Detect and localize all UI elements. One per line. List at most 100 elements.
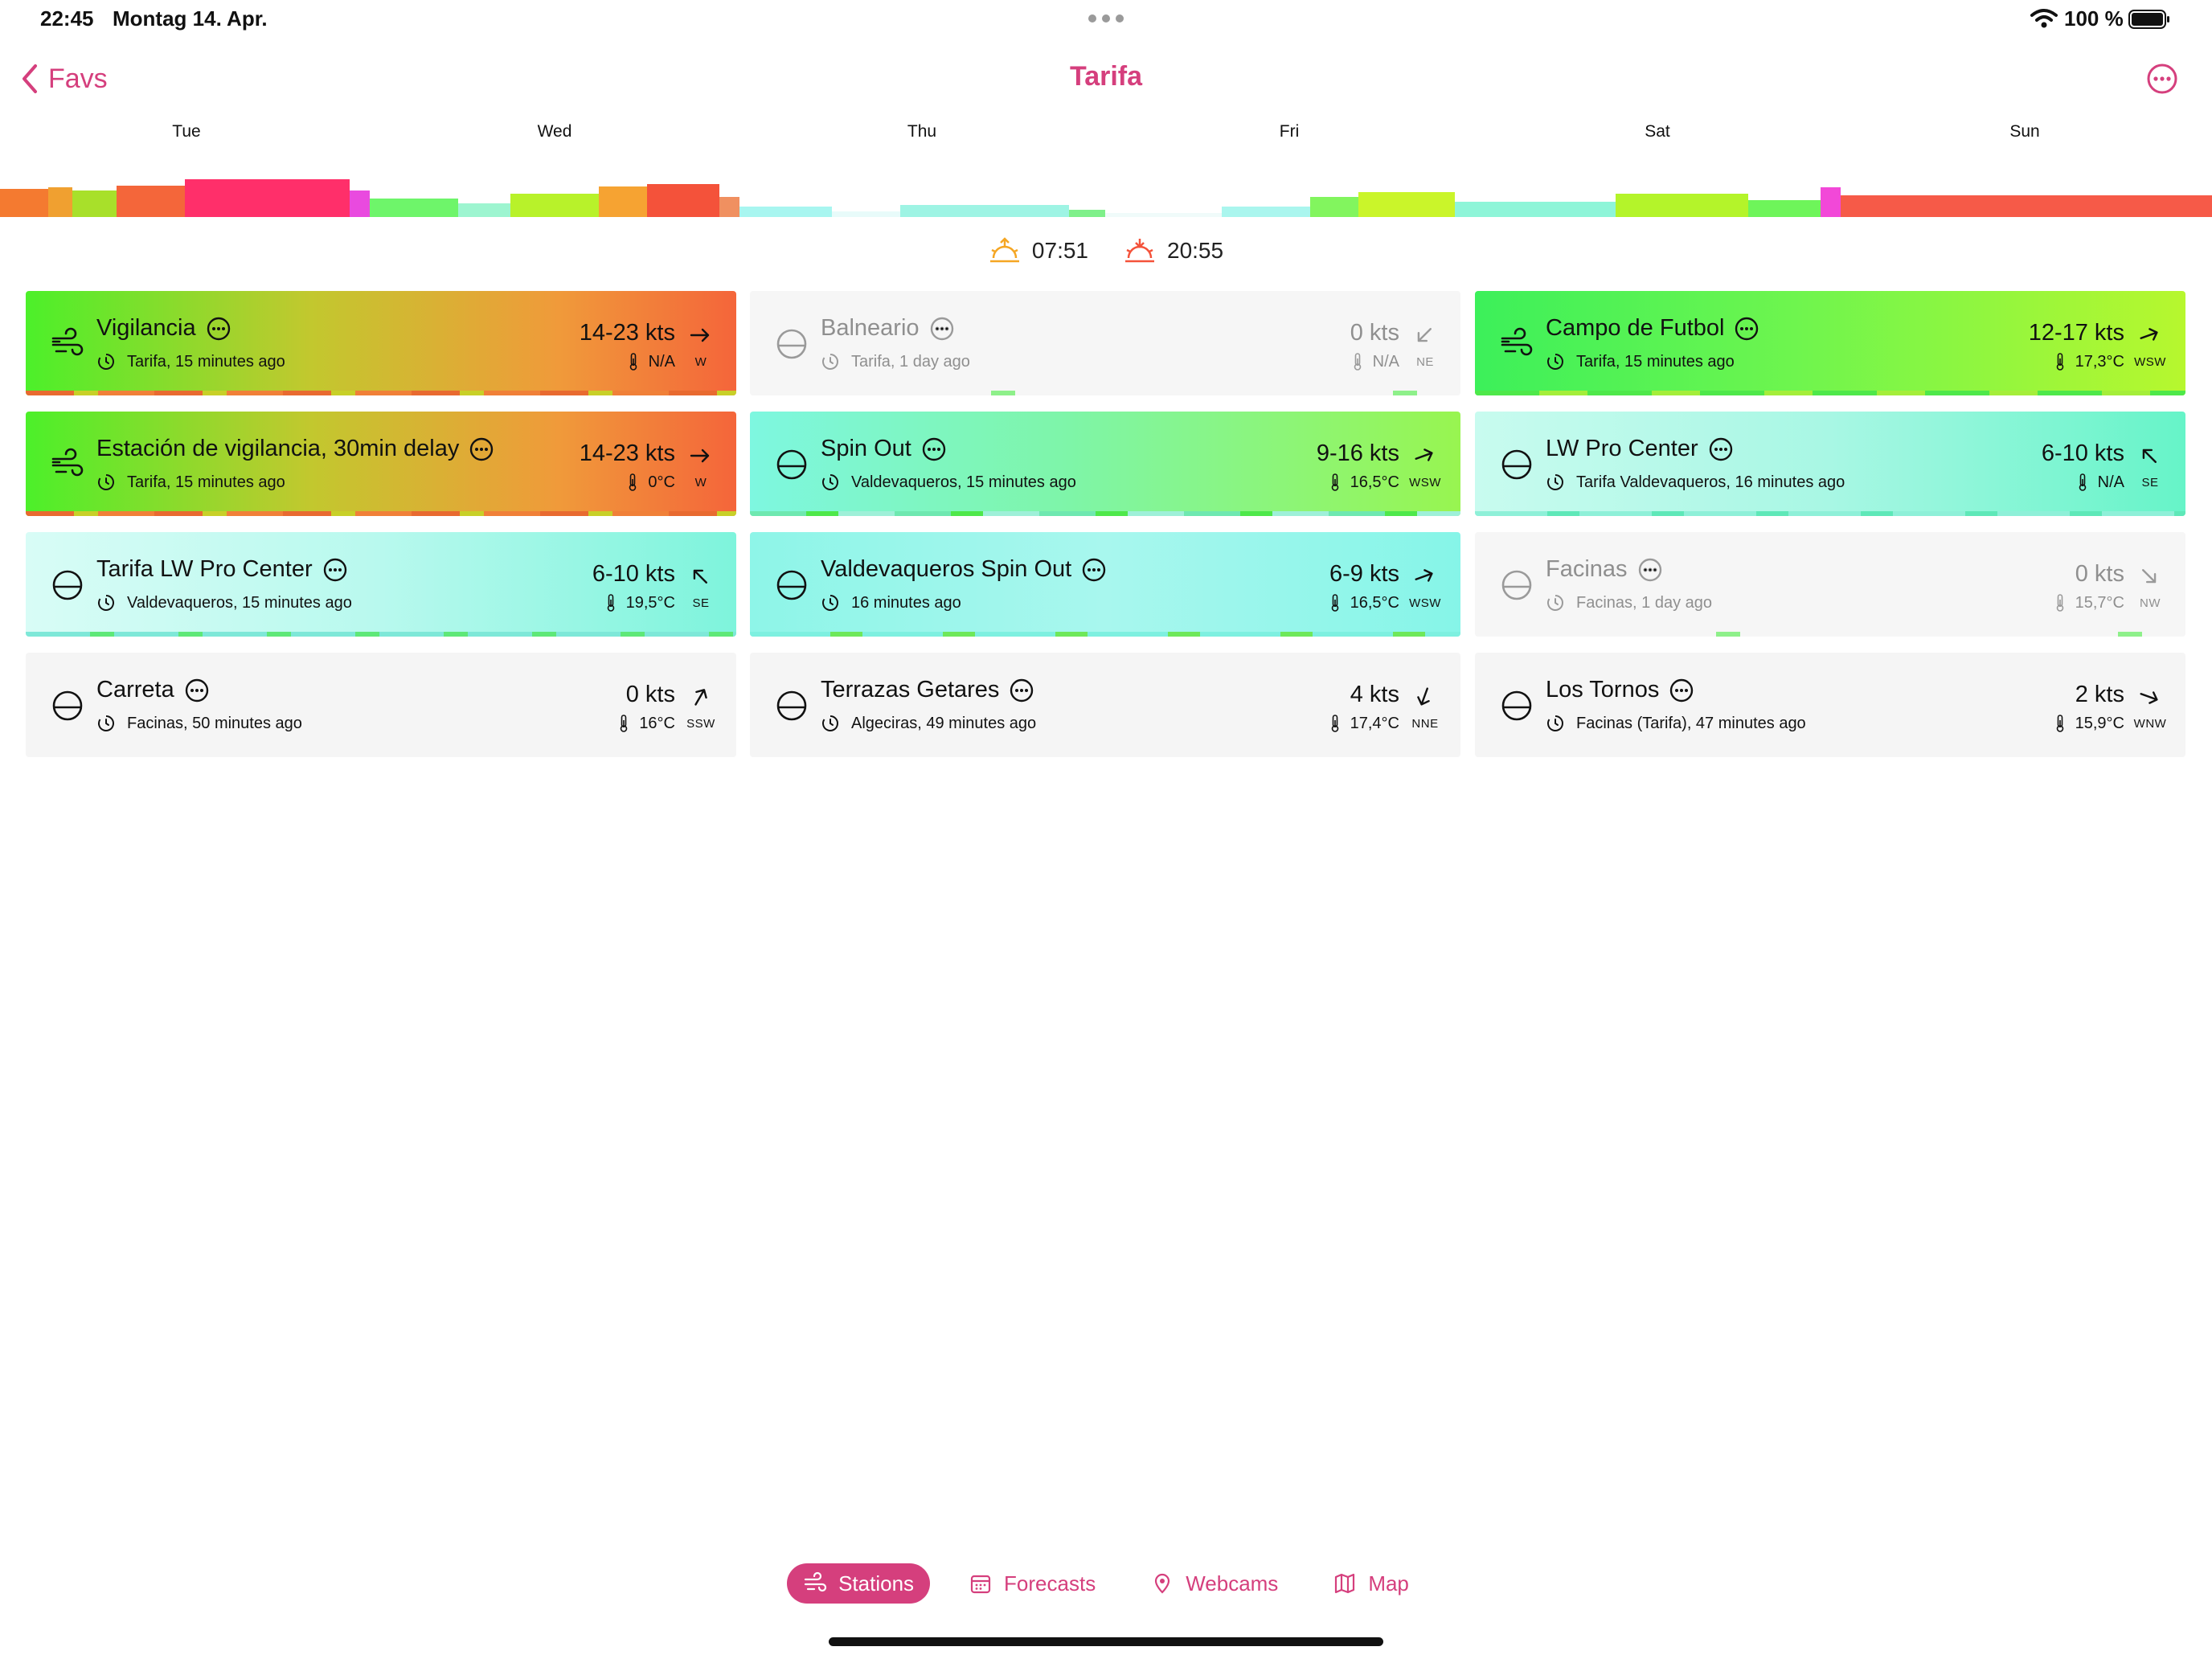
tab-forecasts[interactable]: Forecasts (952, 1563, 1112, 1604)
multitasking-dots-icon[interactable] (1088, 14, 1124, 24)
tab-map[interactable]: Map (1317, 1563, 1425, 1604)
wind-speed: 2 kts (2075, 682, 2124, 707)
station-subtitle-row: Tarifa, 15 minutes ago (96, 352, 285, 371)
station-subtitle-row: Tarifa Valdevaqueros, 16 minutes ago (1546, 473, 1845, 492)
temperature: 17,4°C (1350, 714, 1399, 732)
temperature: 16°C (639, 714, 675, 732)
more-icon[interactable] (184, 678, 210, 703)
day-label-fri: Fri (1279, 122, 1300, 141)
tab-stations-label: Stations (838, 1571, 915, 1596)
clock-icon (98, 354, 114, 370)
station-location: Tarifa Valdevaqueros, 16 minutes ago (1576, 473, 1845, 491)
clock-icon (98, 474, 114, 490)
tab-webcams[interactable]: Webcams (1134, 1563, 1294, 1604)
wind-speed: 12-17 kts (2028, 320, 2124, 346)
wind-history-strip (26, 511, 736, 516)
station-subtitle-row: Valdevaqueros, 15 minutes ago (821, 473, 1076, 492)
temperature-row: N/A (2077, 473, 2124, 492)
station-card[interactable]: Vigilancia Tarifa, 15 minutes ago 14-23 kt… (26, 291, 736, 395)
thermometer-icon (629, 353, 637, 371)
clock-icon (822, 474, 838, 490)
station-subtitle-row: 16 minutes ago (821, 593, 961, 612)
station-card[interactable]: Facinas Facinas, 1 day ago 0 kts 15,7°C NW (1475, 532, 2185, 637)
tab-stations[interactable]: Stations (787, 1563, 931, 1604)
station-card[interactable]: Balneario Tarifa, 1 day ago 0 kts N/A NE (750, 291, 1460, 395)
wind-direction-arrow-icon (694, 689, 707, 706)
temperature: N/A (2097, 473, 2124, 491)
more-icon[interactable] (1637, 557, 1663, 583)
wind-speed: 14-23 kts (579, 440, 675, 466)
more-icon[interactable] (469, 436, 494, 462)
more-icon[interactable] (929, 316, 955, 342)
wind-speed: 0 kts (625, 682, 675, 707)
temperature: N/A (648, 352, 675, 371)
chevron-left-icon (23, 64, 37, 93)
station-location: Algeciras, 49 minutes ago (851, 714, 1037, 732)
temperature-row: N/A (628, 352, 675, 371)
wind-icon (804, 1571, 827, 1592)
wind-direction-arrow-icon (2140, 691, 2158, 704)
wind-direction-arrow-icon (690, 328, 710, 342)
wind-speed: 6-10 kts (2041, 440, 2124, 466)
battery-icon (2128, 10, 2169, 29)
station-card[interactable]: Spin Out Valdevaqueros, 15 minutes ago 9-1… (750, 412, 1460, 516)
sunset-icon (1125, 239, 1154, 263)
more-icon[interactable] (1009, 678, 1034, 703)
wind-history-strip (1475, 752, 2185, 757)
wind-direction-arrow-icon (1417, 687, 1430, 706)
station-card[interactable]: Estación de vigilancia, 30min delay Tarif… (26, 412, 736, 516)
clock-icon (822, 595, 838, 611)
station-card[interactable]: Terrazas Getares Algeciras, 49 minutes ag… (750, 653, 1460, 757)
tab-webcams-label: Webcams (1186, 1571, 1279, 1596)
day-label-sat: Sat (1645, 122, 1670, 141)
thermometer-icon (2079, 473, 2086, 491)
more-icon[interactable] (1734, 316, 1759, 342)
tab-map-label: Map (1368, 1571, 1409, 1596)
station-name: Los Tornos (1546, 677, 1660, 703)
station-location: Facinas, 50 minutes ago (127, 714, 302, 732)
wind-history-strip (1475, 511, 2185, 516)
station-location: Tarifa, 15 minutes ago (127, 473, 285, 491)
more-icon[interactable] (1708, 436, 1734, 462)
wifi-icon (2030, 9, 2058, 28)
more-icon[interactable] (1669, 678, 1694, 703)
station-title-row: Estación de vigilancia, 30min delay (96, 436, 494, 462)
more-icon[interactable] (921, 436, 947, 462)
station-card[interactable]: Carreta Facinas, 50 minutes ago 0 kts 16°C S… (26, 653, 736, 757)
wind-history-strip (750, 632, 1460, 637)
station-name: Carreta (96, 677, 174, 703)
wind-history-strip (1475, 391, 2185, 395)
more-options-icon[interactable] (2146, 63, 2178, 95)
wind-history-strip (750, 752, 1460, 757)
wind-speed: 0 kts (1350, 320, 1399, 346)
station-card[interactable]: Valdevaqueros Spin Out 16 minutes ago 6-9 … (750, 532, 1460, 637)
wind-direction-arrow-icon (1417, 328, 1432, 342)
more-icon[interactable] (206, 316, 231, 342)
wind-direction: SE (692, 596, 710, 610)
more-icon[interactable] (1081, 557, 1107, 583)
wind-history-strip (26, 752, 736, 757)
station-name: LW Pro Center (1546, 436, 1698, 461)
temperature: 15,9°C (2075, 714, 2124, 732)
station-card[interactable]: Tarifa LW Pro Center Valdevaqueros, 15 mi… (26, 532, 736, 637)
calm-icon (776, 449, 807, 480)
battery-percent: 100 % (2064, 6, 2124, 31)
clock-icon (1547, 715, 1563, 731)
clock-icon (1547, 474, 1563, 490)
home-indicator[interactable] (829, 1637, 1383, 1646)
station-subtitle-row: Valdevaqueros, 15 minutes ago (96, 593, 352, 612)
back-button[interactable]: Favs (18, 61, 108, 96)
wind-forecast-strip[interactable] (0, 165, 2212, 217)
thermometer-icon (1354, 353, 1361, 371)
station-card[interactable]: Los Tornos Facinas (Tarifa), 47 minutes a… (1475, 653, 2185, 757)
temperature: 16,5°C (1350, 593, 1399, 612)
clock-icon (1547, 354, 1563, 370)
station-card[interactable]: LW Pro Center Tarifa Valdevaqueros, 16 mi… (1475, 412, 2185, 516)
wind-history-strip (750, 511, 1460, 516)
station-card[interactable]: Campo de Futbol Tarifa, 15 minutes ago 12-… (1475, 291, 2185, 395)
more-icon[interactable] (322, 557, 348, 583)
station-name: Spin Out (821, 436, 911, 461)
station-name: Facinas (1546, 556, 1628, 582)
calendar-icon (970, 1575, 991, 1594)
page-title: Tarifa (1069, 61, 1143, 92)
